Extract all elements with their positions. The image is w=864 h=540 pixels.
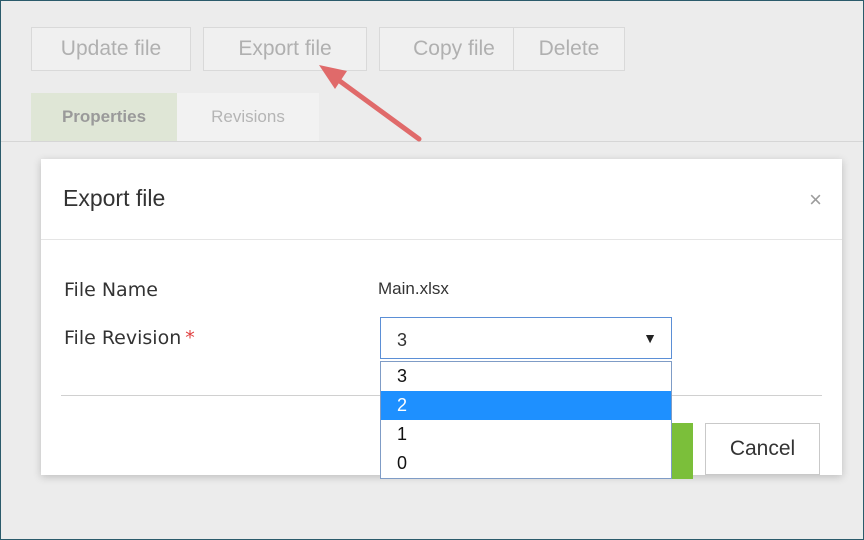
chevron-down-icon: ▼	[643, 330, 657, 346]
revision-option[interactable]: 1	[381, 420, 671, 449]
revision-select-value: 3	[397, 330, 408, 350]
cancel-button[interactable]: Cancel	[705, 423, 820, 475]
revision-option[interactable]: 0	[381, 449, 671, 478]
dialog-header: Export file ×	[41, 159, 842, 240]
app-frame: Update file Export file Copy file Delete…	[0, 0, 864, 540]
close-icon[interactable]: ×	[809, 187, 822, 213]
file-name-label: File Name	[64, 279, 158, 301]
file-revision-label-text: File Revision	[64, 327, 182, 349]
revision-option[interactable]: 2	[381, 391, 671, 420]
revision-dropdown-list: 3 2 1 0	[380, 361, 672, 479]
dialog-title: Export file	[63, 185, 166, 211]
revision-select[interactable]: 3 ▼	[380, 317, 672, 359]
file-name-value: Main.xlsx	[378, 279, 449, 298]
export-confirm-button[interactable]	[671, 423, 693, 479]
revision-option[interactable]: 3	[381, 362, 671, 391]
file-revision-label: File Revision *	[64, 327, 195, 349]
required-marker: *	[185, 327, 195, 349]
